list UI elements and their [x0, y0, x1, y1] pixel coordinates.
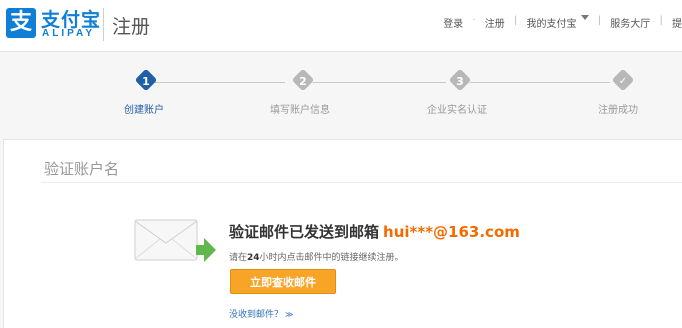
step-4-label: 注册成功 — [598, 105, 638, 116]
service-hall-link[interactable]: 服务大厅 — [610, 15, 650, 30]
message-subtext: 请在24小时内点击邮件中的链接继续注册。 — [229, 250, 404, 263]
subtext-suffix: 小时内点击邮件中的链接继续注册。 — [259, 253, 404, 263]
brand-name-en: ALIPAY — [42, 28, 96, 39]
login-link[interactable]: 登录 — [443, 15, 463, 30]
step-1-number: 1 — [142, 75, 150, 88]
envelope-with-arrow-icon — [134, 219, 216, 262]
not-received-link[interactable]: 没收到邮件？ ≫ — [229, 307, 293, 320]
alipay-logo-icon[interactable]: 支 — [6, 8, 36, 38]
section-divider — [41, 182, 682, 183]
my-alipay-label: 我的支付宝 — [526, 19, 577, 30]
not-received-label: 没收到邮件？ — [229, 310, 284, 320]
message-title-text: 验证邮件已发送到邮箱 — [229, 223, 380, 241]
my-alipay-menu[interactable]: 我的支付宝 — [527, 15, 589, 30]
registration-steps: 1 创建账户 2 填写账户信息 3 企业实名认证 ✓ 注册成功 — [0, 52, 682, 138]
step-connector — [313, 82, 446, 83]
step-3-label: 企业实名认证 — [427, 105, 487, 116]
step-3-number: 3 — [456, 75, 464, 88]
top-nav: 登录 · 注册 | 我的支付宝 | 服务大厅 | 提 — [443, 15, 682, 30]
nav-dot: · — [472, 15, 476, 26]
site-header: 支 支付宝 ALIPAY 注册 登录 · 注册 | 我的支付宝 | 服务大厅 |… — [0, 0, 682, 52]
page-title: 注册 — [112, 16, 151, 38]
subtext-prefix: 请在 — [229, 253, 248, 263]
step-2-number: 2 — [299, 75, 307, 88]
nav-divider: | — [659, 15, 663, 26]
nav-divider: | — [597, 15, 602, 26]
step-connector — [155, 82, 285, 83]
double-chevron-down-icon: ≫ — [285, 310, 294, 319]
step-1-label: 创建账户 — [124, 105, 164, 116]
section-title: 验证账户名 — [44, 160, 120, 178]
check-icon: ✓ — [618, 76, 628, 87]
step-connector — [470, 82, 610, 83]
register-link[interactable]: 注册 — [485, 15, 505, 30]
header-divider — [103, 8, 104, 41]
caret-down-icon — [580, 15, 589, 20]
step-2-label: 填写账户信息 — [270, 105, 330, 116]
more-link[interactable]: 提 — [672, 15, 682, 30]
message-title: 验证邮件已发送到邮箱 hui***@163.com — [229, 221, 520, 242]
check-mail-button[interactable]: 立即查收邮件 — [230, 269, 336, 294]
email-address: hui***@163.com — [383, 223, 520, 241]
subtext-hours: 24 — [247, 253, 260, 263]
nav-divider: | — [513, 15, 518, 26]
verify-panel: 验证账户名 验证邮件已发送到邮箱 hui***@163.com 请在24小时内点击… — [3, 139, 682, 328]
